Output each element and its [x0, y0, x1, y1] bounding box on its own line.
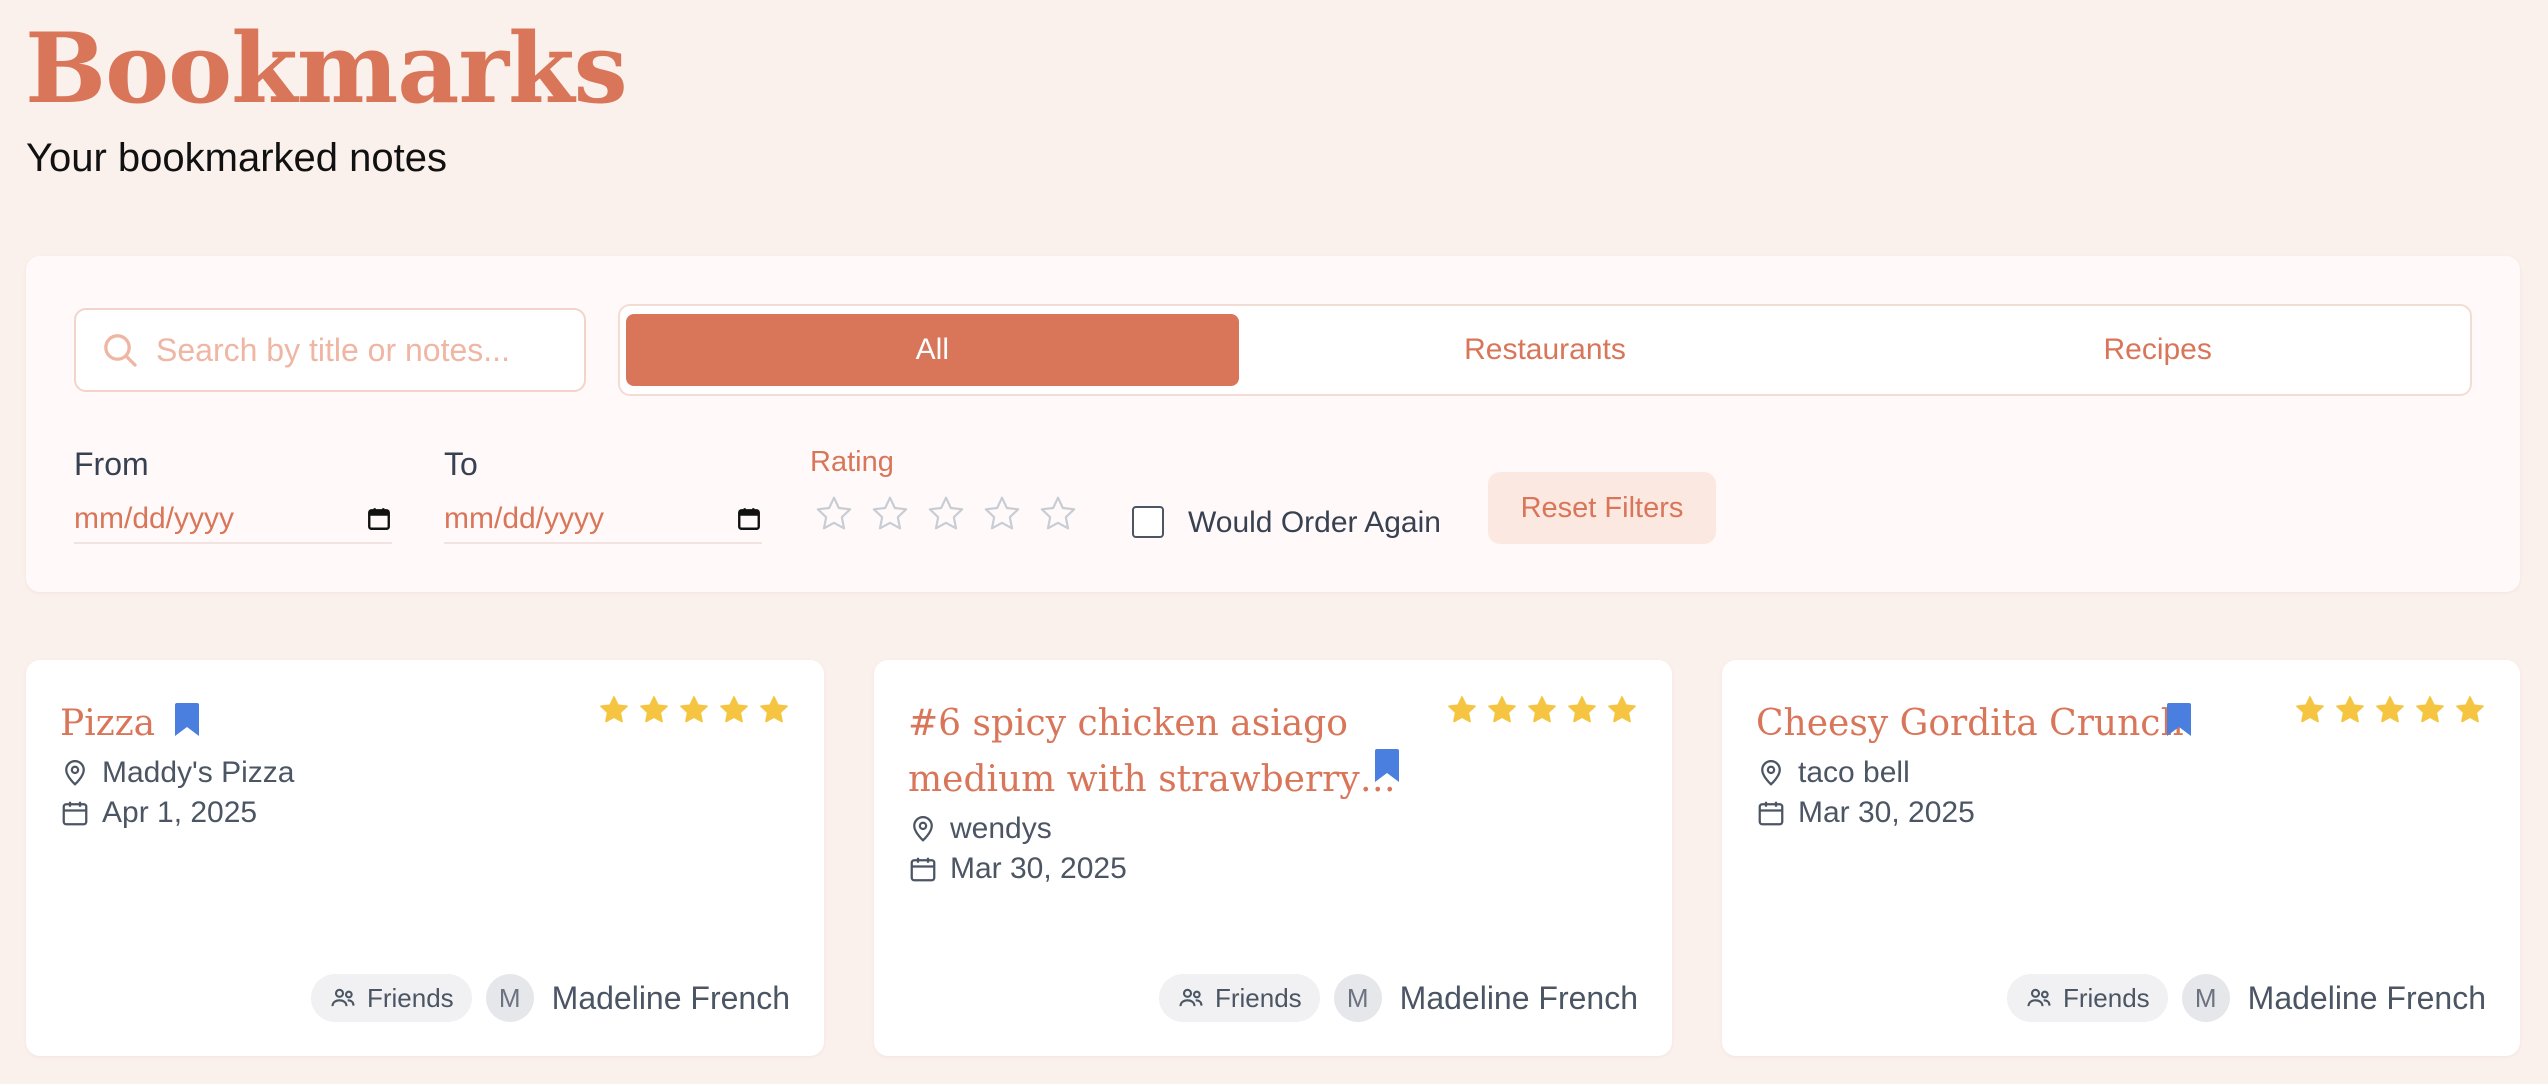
bookmark-card[interactable]: Cheesy Gordita Crunch taco bell Mar 30, …: [1722, 660, 2520, 1056]
star-icon[interactable]: [814, 494, 854, 534]
card-title-line: #6 spicy chicken asiago: [908, 703, 1348, 744]
rating-label: Rating: [810, 446, 894, 478]
badge-label: Friends: [366, 982, 454, 1013]
card-location: Maddy's Pizza: [60, 756, 294, 790]
bookmarks-page: Bookmarks Your bookmarked notes All Rest…: [0, 0, 2548, 1084]
calendar-icon: [1756, 798, 1786, 828]
star-icon: [718, 694, 750, 726]
to-date-value: mm/dd/yyyy: [444, 502, 605, 535]
card-date-text: Mar 30, 2025: [1798, 796, 1975, 829]
star-icon: [1486, 694, 1518, 726]
would-order-again-checkbox[interactable]: [1132, 506, 1164, 538]
from-date-value: mm/dd/yyyy: [74, 502, 235, 535]
from-label: From: [74, 446, 149, 482]
page-subtitle: Your bookmarked notes: [26, 136, 448, 180]
avatar[interactable]: M: [485, 974, 534, 1022]
card-footer: Friends M Madeline French: [1158, 974, 1638, 1022]
avatar[interactable]: M: [2181, 974, 2230, 1022]
card-title[interactable]: #6 spicy chicken asiago medium with stra…: [908, 696, 1396, 808]
card-date-text: Mar 30, 2025: [950, 852, 1127, 885]
star-icon: [758, 694, 790, 726]
star-icon[interactable]: [870, 494, 910, 534]
filter-panel: All Restaurants Recipes From mm/dd/yyyy …: [26, 256, 2520, 592]
star-icon: [678, 694, 710, 726]
card-rating: [598, 694, 790, 726]
star-icon: [598, 694, 630, 726]
card-location-text: wendys: [950, 812, 1052, 845]
star-icon[interactable]: [1038, 494, 1078, 534]
bookmark-icon[interactable]: [172, 702, 202, 738]
card-title[interactable]: Cheesy Gordita Crunch: [1756, 696, 2184, 752]
bookmark-icon[interactable]: [1372, 748, 1402, 784]
map-pin-icon: [1756, 758, 1786, 788]
map-pin-icon: [908, 814, 938, 844]
star-icon: [2334, 694, 2366, 726]
card-title[interactable]: Pizza: [60, 696, 155, 752]
reset-filters-button[interactable]: Reset Filters: [1488, 472, 1716, 544]
visibility-badge: Friends: [2006, 974, 2168, 1022]
would-order-again-label[interactable]: Would Order Again: [1188, 506, 1441, 540]
tab-all[interactable]: All: [626, 314, 1239, 386]
calendar-icon: [908, 854, 938, 884]
users-icon: [1177, 984, 1205, 1012]
card-footer: Friends M Madeline French: [2006, 974, 2486, 1022]
tab-recipes[interactable]: Recipes: [1851, 314, 2464, 386]
star-icon[interactable]: [926, 494, 966, 534]
to-label: To: [444, 446, 478, 482]
author-name: Madeline French: [2247, 979, 2486, 1016]
star-icon: [1566, 694, 1598, 726]
users-icon: [329, 984, 357, 1012]
star-icon: [1526, 694, 1558, 726]
card-date-text: Apr 1, 2025: [102, 796, 258, 829]
star-icon[interactable]: [982, 494, 1022, 534]
rating-filter-stars: [814, 494, 1078, 534]
search-icon: [100, 330, 140, 370]
bookmark-icon[interactable]: [2164, 702, 2194, 738]
author-name: Madeline French: [1399, 979, 1638, 1016]
star-icon: [638, 694, 670, 726]
avatar[interactable]: M: [1333, 974, 1382, 1022]
tab-restaurants[interactable]: Restaurants: [1239, 314, 1852, 386]
search-box[interactable]: [74, 308, 586, 392]
to-date-input[interactable]: mm/dd/yyyy: [444, 496, 762, 544]
card-location: wendys: [908, 812, 1052, 846]
star-icon: [2454, 694, 2486, 726]
visibility-badge: Friends: [310, 974, 472, 1022]
card-date: Apr 1, 2025: [60, 796, 257, 830]
visibility-badge: Friends: [1158, 974, 1320, 1022]
card-title-line: medium with strawberry…: [908, 759, 1396, 800]
bookmark-card[interactable]: #6 spicy chicken asiago medium with stra…: [874, 660, 1672, 1056]
card-footer: Friends M Madeline French: [310, 974, 790, 1022]
badge-label: Friends: [1214, 982, 1302, 1013]
category-tabs: All Restaurants Recipes: [618, 304, 2472, 396]
calendar-icon: [60, 798, 90, 828]
card-rating: [1446, 694, 1638, 726]
users-icon: [2025, 984, 2053, 1012]
map-pin-icon: [60, 758, 90, 788]
card-location-text: taco bell: [1798, 756, 1910, 789]
card-rating: [2294, 694, 2486, 726]
star-icon: [2414, 694, 2446, 726]
star-icon: [2294, 694, 2326, 726]
star-icon: [1606, 694, 1638, 726]
star-icon: [1446, 694, 1478, 726]
search-input[interactable]: [156, 320, 556, 380]
page-title: Bookmarks: [25, 12, 628, 125]
calendar-icon[interactable]: [366, 506, 392, 532]
card-location: taco bell: [1756, 756, 1910, 790]
calendar-icon[interactable]: [736, 506, 762, 532]
author-name: Madeline French: [551, 979, 790, 1016]
card-date: Mar 30, 2025: [908, 852, 1127, 886]
from-date-input[interactable]: mm/dd/yyyy: [74, 496, 392, 544]
star-icon: [2374, 694, 2406, 726]
card-date: Mar 30, 2025: [1756, 796, 1975, 830]
card-location-text: Maddy's Pizza: [102, 756, 295, 789]
bookmark-card[interactable]: Pizza Maddy's Pizza Apr 1, 2025 Friends: [26, 660, 824, 1056]
badge-label: Friends: [2062, 982, 2150, 1013]
